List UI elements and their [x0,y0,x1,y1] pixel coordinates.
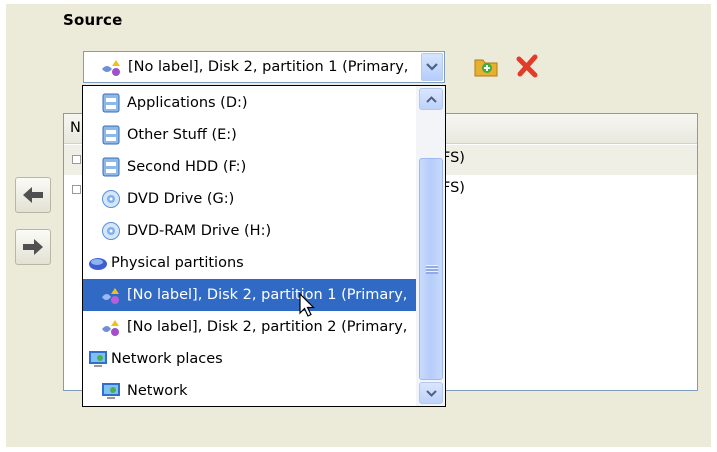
item-label: [No label], Disk 2, partition 2 (Primary… [127,319,408,335]
item-label: Applications (D:) [127,95,248,111]
dropdown-item-partition-1[interactable]: [No label], Disk 2, partition 1 (Primary… [83,279,416,311]
chevron-down-icon[interactable] [421,53,443,81]
item-label: Second HDD (F:) [127,159,247,175]
dropdown-item-other-stuff[interactable]: Other Stuff (E:) [83,119,416,151]
scroll-down-button[interactable] [419,382,443,404]
network-icon [102,383,120,399]
source-dropdown[interactable]: Applications (D:) Other Stuff (E:) Secon… [82,85,446,407]
dropdown-item-dvd-ram-drive[interactable]: DVD-RAM Drive (H:) [83,215,416,247]
dvd-icon [102,222,120,240]
partition-icon [102,288,119,304]
item-label: Network places [111,351,223,367]
drive-icon [102,93,120,113]
move-left-button[interactable] [15,177,51,213]
item-label: DVD Drive (G:) [127,191,235,207]
item-label: Physical partitions [111,255,244,271]
dropdown-item-dvd-drive[interactable]: DVD Drive (G:) [83,183,416,215]
network-places-icon [89,351,107,367]
add-folder-icon[interactable] [473,53,499,79]
scroll-thumb[interactable] [419,158,443,380]
expand-icon[interactable] [72,155,81,164]
item-label: Other Stuff (E:) [127,127,237,143]
item-label: [No label], Disk 2, partition 1 (Primary… [127,287,408,303]
expand-icon[interactable] [72,185,81,194]
dropdown-group-physical-partitions[interactable]: Physical partitions [83,247,416,279]
combo-value: [No label], Disk 2, partition 1 (Primary… [128,59,409,75]
column-header: N [70,120,81,136]
dropdown-group-network-places[interactable]: Network places [83,343,416,375]
partition-icon [102,320,119,336]
dropdown-list: Applications (D:) Other Stuff (E:) Secon… [83,86,416,406]
source-combobox[interactable]: [No label], Disk 2, partition 1 (Primary… [83,51,445,83]
scroll-up-button[interactable] [419,88,443,110]
dropdown-item-applications[interactable]: Applications (D:) [83,87,416,119]
section-title: Source [63,11,123,29]
move-right-button[interactable] [15,229,51,265]
delete-icon[interactable] [515,53,541,79]
dropdown-item-second-hdd[interactable]: Second HDD (F:) [83,151,416,183]
drive-icon [102,157,120,177]
chevron-up-icon [425,95,437,103]
partition-icon [102,60,120,76]
arrow-left-icon [23,187,43,203]
dropdown-scrollbar[interactable] [416,86,445,406]
dropdown-item-network[interactable]: Network [83,375,416,407]
item-label: Network [127,383,188,399]
item-label: DVD-RAM Drive (H:) [127,223,272,239]
drive-icon [102,125,120,145]
physical-partitions-icon [89,258,107,270]
chevron-down-icon [425,389,437,397]
dvd-icon [102,190,120,208]
mouse-cursor-icon [299,293,315,317]
arrow-right-icon [23,239,43,255]
dropdown-item-partition-2[interactable]: [No label], Disk 2, partition 2 (Primary… [83,311,416,343]
